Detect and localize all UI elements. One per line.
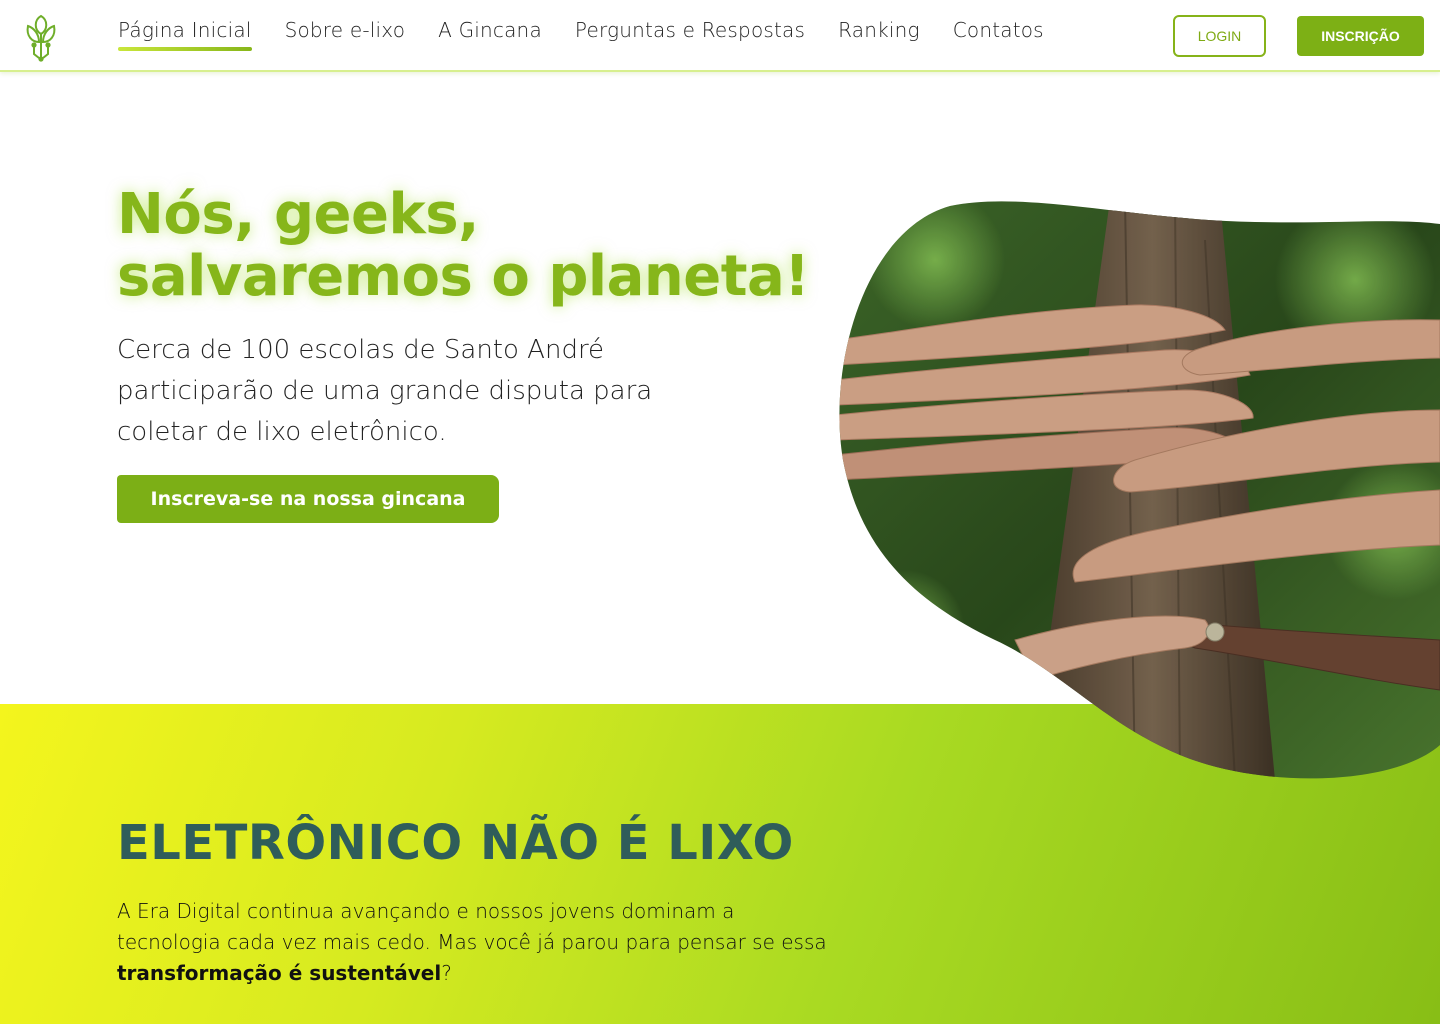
hero-title-line-2: salvaremos o planeta! — [117, 244, 810, 309]
nav-item-gincana[interactable]: A Gincana — [438, 18, 542, 50]
hero-description: Cerca de 100 escolas de Santo André part… — [117, 335, 653, 447]
leaf-circuit-logo-icon[interactable] — [22, 10, 60, 62]
signup-button[interactable]: INSCRIÇÃO — [1297, 16, 1424, 56]
section-text-end: ? — [441, 961, 452, 985]
section-title: ELETRÔNICO NÃO É LIXO — [117, 815, 794, 871]
main-nav: Página Inicial Sobre e-lixo A Gincana Pe… — [118, 18, 1077, 51]
login-button[interactable]: LOGIN — [1173, 15, 1266, 57]
section-text-highlight: transformação é sustentável — [117, 961, 442, 985]
site-header: Página Inicial Sobre e-lixo A Gincana Pe… — [0, 0, 1440, 72]
hero-title-line-1: Nós, geeks, — [117, 182, 479, 247]
nav-item-ranking[interactable]: Ranking — [838, 18, 920, 50]
hero-title: Nós, geeks, salvaremos o planeta! — [117, 182, 810, 309]
nav-item-faq[interactable]: Perguntas e Respostas — [575, 18, 805, 50]
section-text: A Era Digital continua avançando e nosso… — [117, 896, 827, 989]
nav-item-about-ewaste[interactable]: Sobre e-lixo — [285, 18, 406, 50]
nav-item-home[interactable]: Página Inicial — [118, 18, 252, 51]
signup-gincana-button[interactable]: Inscreva-se na nossa gincana — [117, 475, 499, 523]
nav-item-contacts[interactable]: Contatos — [953, 18, 1044, 50]
section-text-intro: A Era Digital continua avançando e nosso… — [117, 899, 827, 954]
hero-image-hands-on-tree — [835, 200, 1440, 780]
